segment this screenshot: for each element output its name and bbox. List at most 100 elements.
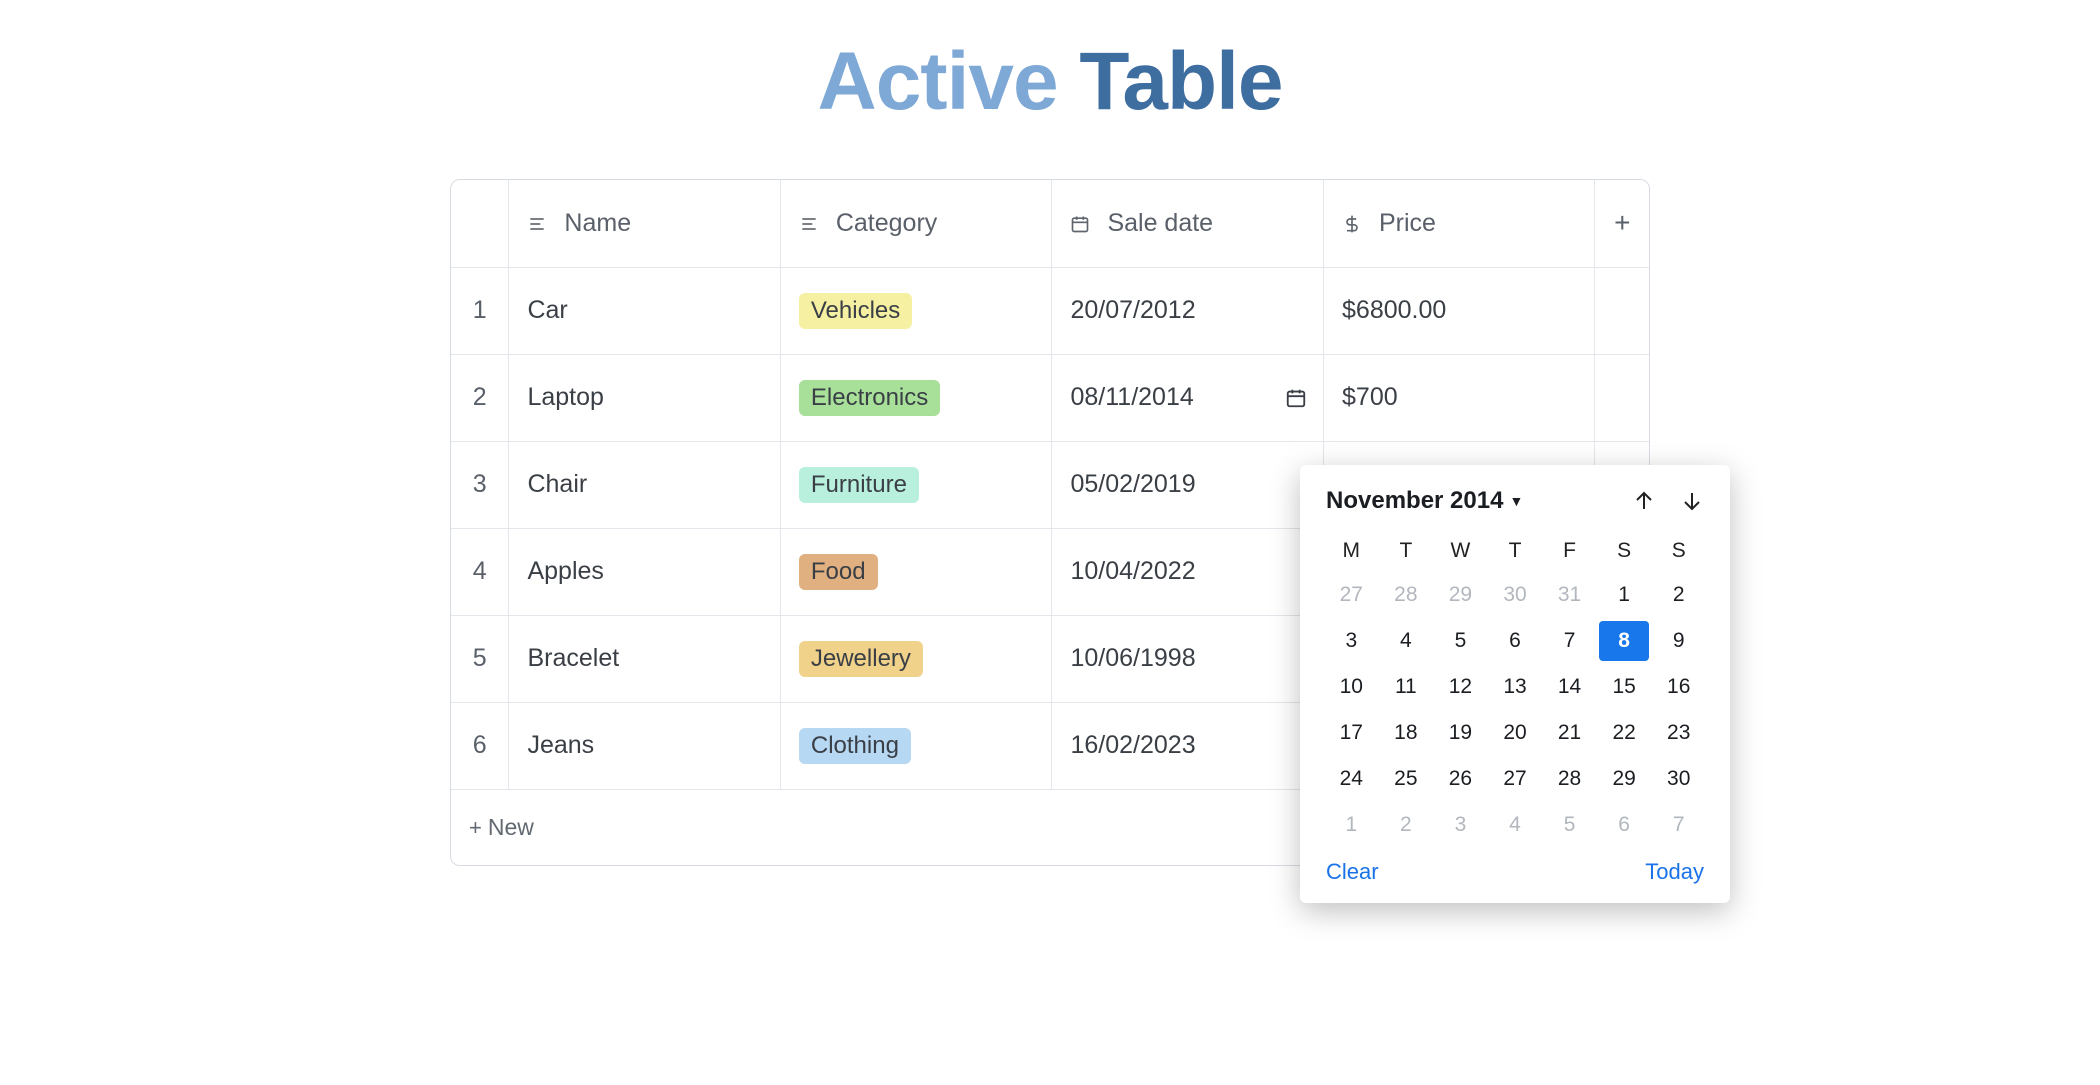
title-part-1: Active — [817, 36, 1057, 127]
datepicker-day[interactable]: 10 — [1326, 667, 1377, 707]
datepicker-day[interactable]: 7 — [1544, 621, 1595, 661]
cell-category[interactable]: Vehicles — [780, 267, 1052, 354]
datepicker-day-other-month[interactable]: 27 — [1326, 575, 1377, 615]
row-index: 6 — [451, 702, 509, 789]
text-column-icon — [799, 214, 819, 234]
cell-sale-date[interactable]: 08/11/2014 — [1052, 354, 1324, 441]
datepicker-day[interactable]: 6 — [1490, 621, 1541, 661]
datepicker-month-select[interactable]: November 2014 ▼ — [1326, 487, 1523, 515]
calendar-icon[interactable] — [1285, 387, 1307, 409]
page-title: Active Table — [0, 35, 2100, 129]
next-month-button[interactable] — [1680, 489, 1704, 513]
datepicker-day[interactable]: 11 — [1381, 667, 1432, 707]
header-category[interactable]: Category — [780, 180, 1052, 267]
datepicker-day[interactable]: 4 — [1381, 621, 1432, 661]
datepicker-day[interactable]: 21 — [1544, 713, 1595, 753]
datepicker-day[interactable]: 26 — [1435, 759, 1486, 799]
header-index — [451, 180, 509, 267]
row-index: 1 — [451, 267, 509, 354]
datepicker-day[interactable]: 30 — [1653, 759, 1704, 799]
datepicker-day-other-month[interactable]: 2 — [1381, 805, 1432, 845]
datepicker-day[interactable]: 29 — [1599, 759, 1650, 799]
row-index: 2 — [451, 354, 509, 441]
datepicker-day-other-month[interactable]: 29 — [1435, 575, 1486, 615]
category-tag: Clothing — [799, 728, 911, 764]
datepicker-day[interactable]: 25 — [1381, 759, 1432, 799]
datepicker-day[interactable]: 14 — [1544, 667, 1595, 707]
cell-price[interactable]: $6800.00 — [1324, 267, 1595, 354]
cell-name[interactable]: Laptop — [509, 354, 780, 441]
datepicker-day[interactable]: 20 — [1490, 713, 1541, 753]
datepicker-clear-button[interactable]: Clear — [1326, 859, 1379, 885]
date-picker: November 2014 ▼ MTWTFSS27282930311234567… — [1300, 465, 1730, 903]
datepicker-weekday: F — [1544, 533, 1595, 569]
cell-name[interactable]: Apples — [509, 528, 780, 615]
datepicker-day[interactable]: 23 — [1653, 713, 1704, 753]
datepicker-day[interactable]: 9 — [1653, 621, 1704, 661]
datepicker-day-other-month[interactable]: 3 — [1435, 805, 1486, 845]
caret-down-icon: ▼ — [1509, 493, 1523, 509]
datepicker-day[interactable]: 3 — [1326, 621, 1377, 661]
add-column-button[interactable]: + — [1595, 180, 1649, 267]
datepicker-day-other-month[interactable]: 4 — [1490, 805, 1541, 845]
header-price[interactable]: Price — [1324, 180, 1595, 267]
cell-sale-date[interactable]: 05/02/2019 — [1052, 441, 1324, 528]
category-tag: Furniture — [799, 467, 919, 503]
datepicker-weekday: T — [1381, 533, 1432, 569]
header-row: Name Category Sale date — [451, 180, 1649, 267]
datepicker-day[interactable]: 1 — [1599, 575, 1650, 615]
datepicker-day[interactable]: 15 — [1599, 667, 1650, 707]
cell-category[interactable]: Clothing — [780, 702, 1052, 789]
datepicker-day[interactable]: 27 — [1490, 759, 1541, 799]
cell-category[interactable]: Jewellery — [780, 615, 1052, 702]
datepicker-day-selected[interactable]: 8 — [1599, 621, 1650, 661]
cell-name[interactable]: Bracelet — [509, 615, 780, 702]
cell-name[interactable]: Car — [509, 267, 780, 354]
text-column-icon — [527, 214, 547, 234]
cell-category[interactable]: Furniture — [780, 441, 1052, 528]
cell-sale-date[interactable]: 16/02/2023 — [1052, 702, 1324, 789]
datepicker-day[interactable]: 12 — [1435, 667, 1486, 707]
cell-name[interactable]: Jeans — [509, 702, 780, 789]
row-index: 4 — [451, 528, 509, 615]
datepicker-day[interactable]: 13 — [1490, 667, 1541, 707]
datepicker-day[interactable]: 16 — [1653, 667, 1704, 707]
calendar-icon — [1070, 214, 1090, 234]
datepicker-day[interactable]: 2 — [1653, 575, 1704, 615]
datepicker-day-other-month[interactable]: 31 — [1544, 575, 1595, 615]
cell-trailing — [1595, 354, 1649, 441]
header-sale-date[interactable]: Sale date — [1052, 180, 1324, 267]
category-tag: Vehicles — [799, 293, 912, 329]
datepicker-today-button[interactable]: Today — [1645, 859, 1704, 885]
datepicker-day[interactable]: 18 — [1381, 713, 1432, 753]
datepicker-day-other-month[interactable]: 28 — [1381, 575, 1432, 615]
datepicker-day-other-month[interactable]: 30 — [1490, 575, 1541, 615]
header-name[interactable]: Name — [509, 180, 780, 267]
datepicker-day[interactable]: 17 — [1326, 713, 1377, 753]
datepicker-weekday: S — [1653, 533, 1704, 569]
prev-month-button[interactable] — [1632, 489, 1656, 513]
category-tag: Jewellery — [799, 641, 923, 677]
datepicker-day-other-month[interactable]: 1 — [1326, 805, 1377, 845]
cell-category[interactable]: Electronics — [780, 354, 1052, 441]
datepicker-day[interactable]: 19 — [1435, 713, 1486, 753]
cell-sale-date[interactable]: 10/06/1998 — [1052, 615, 1324, 702]
datepicker-day-other-month[interactable]: 6 — [1599, 805, 1650, 845]
row-index: 3 — [451, 441, 509, 528]
datepicker-weekday: T — [1490, 533, 1541, 569]
dollar-icon — [1342, 214, 1362, 234]
datepicker-day[interactable]: 24 — [1326, 759, 1377, 799]
datepicker-day[interactable]: 5 — [1435, 621, 1486, 661]
cell-sale-date[interactable]: 10/04/2022 — [1052, 528, 1324, 615]
datepicker-day[interactable]: 22 — [1599, 713, 1650, 753]
cell-category[interactable]: Food — [780, 528, 1052, 615]
cell-name[interactable]: Chair — [509, 441, 780, 528]
table-row: 1Car Vehicles 20/07/2012$6800.00 — [451, 267, 1649, 354]
cell-sale-date[interactable]: 20/07/2012 — [1052, 267, 1324, 354]
table-row: 2Laptop Electronics 08/11/2014$700 — [451, 354, 1649, 441]
datepicker-day-other-month[interactable]: 7 — [1653, 805, 1704, 845]
category-tag: Electronics — [799, 380, 940, 416]
cell-price[interactable]: $700 — [1324, 354, 1595, 441]
datepicker-day-other-month[interactable]: 5 — [1544, 805, 1595, 845]
datepicker-day[interactable]: 28 — [1544, 759, 1595, 799]
